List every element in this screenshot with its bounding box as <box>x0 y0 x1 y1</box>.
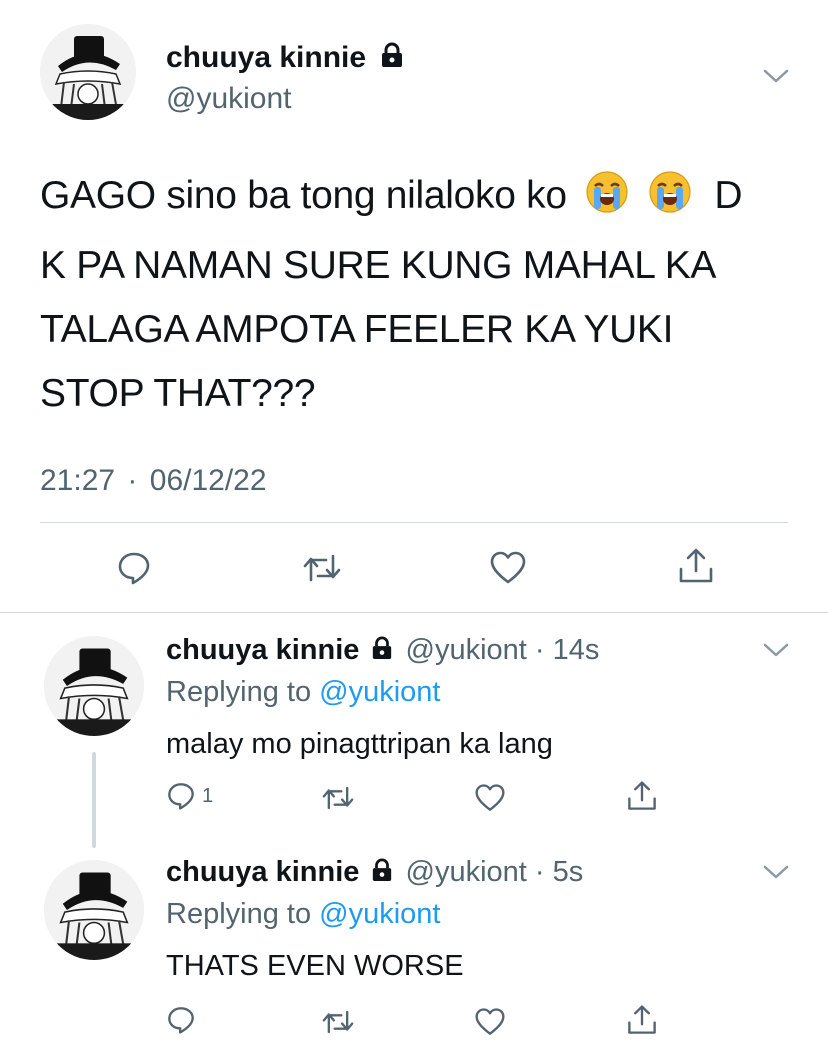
replying-to: Replying to @yukiont <box>166 672 440 712</box>
like-button[interactable] <box>486 546 530 590</box>
reply-handle[interactable]: @yukiont <box>406 856 527 888</box>
main-avatar[interactable] <box>40 24 136 120</box>
share-button[interactable] <box>622 778 662 814</box>
main-handle[interactable]: @yukiont <box>166 80 292 118</box>
lock-icon <box>380 39 404 79</box>
reply-age: 14s <box>552 634 600 666</box>
tweet-time: 21:27 <box>40 464 116 497</box>
avatar-illustration <box>44 636 144 736</box>
reply-text: malay mo pinagttripan ka lang <box>166 728 553 760</box>
tweet-text-line2: K PA NAMAN SURE KUNG MAHAL KA <box>40 244 717 287</box>
tweet-text-line3: TALAGA AMPOTA FEELER KA YUKI <box>40 308 674 351</box>
replying-prefix: Replying to <box>166 898 312 930</box>
heart-icon <box>475 784 505 811</box>
heart-icon <box>490 551 526 584</box>
reply-separator: · <box>534 856 545 888</box>
reply-icon <box>118 552 150 585</box>
loudly-crying-face-icon <box>585 170 629 234</box>
lock-icon <box>371 631 393 671</box>
like-button[interactable] <box>470 1004 510 1040</box>
tweet-date: 06/12/22 <box>149 464 267 497</box>
share-button[interactable] <box>674 544 718 588</box>
loudly-crying-face-icon <box>648 170 692 234</box>
reply-button[interactable]: 1 <box>166 778 213 814</box>
reply-button[interactable] <box>166 1002 202 1038</box>
author-name-text: chuuya kinnie <box>166 41 367 74</box>
retweet-button[interactable] <box>300 546 344 590</box>
chevron-down-icon[interactable] <box>762 640 790 665</box>
replying-mention-link[interactable]: @yukiont <box>319 898 440 930</box>
tweet-text-line1: GAGO sino ba tong nilaloko ko <box>40 174 567 217</box>
retweet-button[interactable] <box>318 1004 358 1040</box>
section-divider <box>0 612 828 613</box>
retweet-icon <box>322 1010 354 1034</box>
reply-avatar[interactable] <box>44 860 144 960</box>
reply-header: chuuya kinnie @yukiont · 14s <box>166 630 599 671</box>
reply-author-name[interactable]: chuuya kinnie <box>166 634 359 666</box>
tweet-text-line4: STOP THAT??? <box>40 372 316 415</box>
share-icon <box>679 548 713 583</box>
retweet-icon <box>322 786 354 810</box>
reply-button[interactable] <box>112 546 156 590</box>
tweet-text-line1-tail: D <box>714 174 743 217</box>
timestamp-separator: · <box>127 464 138 497</box>
avatar-illustration <box>40 24 136 120</box>
divider <box>40 522 788 523</box>
tweet-timestamp[interactable]: 21:27 · 06/12/22 <box>40 462 267 500</box>
avatar-illustration <box>44 860 144 960</box>
reply-count: 1 <box>202 784 214 807</box>
reply-text: THATS EVEN WORSE <box>166 950 464 982</box>
main-author-name[interactable]: chuuya kinnie <box>166 38 404 79</box>
chevron-down-icon[interactable] <box>762 66 790 91</box>
thread-line <box>92 752 96 848</box>
lock-icon <box>371 853 393 893</box>
share-icon <box>628 1005 656 1034</box>
reply-author-name[interactable]: chuuya kinnie <box>166 856 359 888</box>
retweet-icon <box>303 554 341 582</box>
heart-icon <box>475 1008 505 1035</box>
reply-separator: · <box>534 634 545 666</box>
reply-handle[interactable]: @yukiont <box>406 634 527 666</box>
main-tweet-text: GAGO sino ba tong nilaloko ko D K PA NAM… <box>40 164 800 426</box>
reply-icon <box>168 783 194 810</box>
reply-header: chuuya kinnie @yukiont · 5s <box>166 852 583 893</box>
retweet-button[interactable] <box>318 780 358 816</box>
chevron-down-icon[interactable] <box>762 862 790 887</box>
share-button[interactable] <box>622 1002 662 1038</box>
reply-age: 5s <box>552 856 584 888</box>
replying-mention-link[interactable]: @yukiont <box>319 676 440 708</box>
replying-prefix: Replying to <box>166 676 312 708</box>
replying-to: Replying to @yukiont <box>166 894 440 934</box>
share-icon <box>628 781 656 810</box>
like-button[interactable] <box>470 780 510 816</box>
reply-avatar[interactable] <box>44 636 144 736</box>
reply-icon <box>168 1007 194 1034</box>
